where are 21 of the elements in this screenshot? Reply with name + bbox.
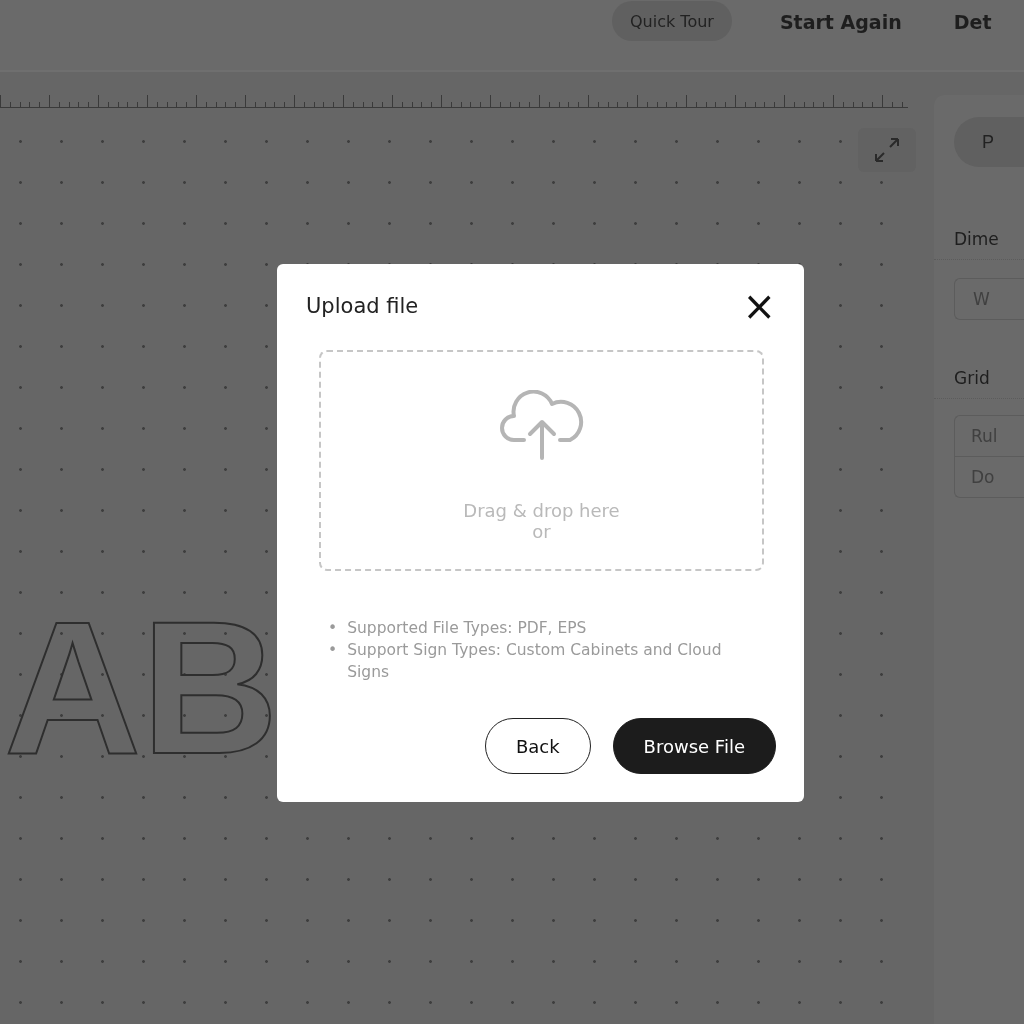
drop-zone[interactable]: Drag & drop here or: [319, 350, 764, 571]
outline-letters: AB: [4, 581, 279, 793]
section-label: Grid: [934, 368, 1024, 399]
drop-or: or: [532, 521, 551, 542]
next-button[interactable]: Det: [953, 11, 992, 33]
close-button[interactable]: ×: [742, 290, 776, 322]
dialog-title: Upload file: [306, 294, 419, 318]
back-button[interactable]: Back: [484, 718, 591, 774]
drop-hint: Drag & drop here: [463, 500, 620, 521]
bullet: •: [328, 640, 338, 661]
quick-tour-button[interactable]: Quick Tour: [612, 1, 732, 41]
note-text: Support Sign Types: Custom Cabinets and Cloud Signs: [347, 640, 723, 683]
expand-button[interactable]: [858, 128, 916, 172]
upload-cloud-icon: [499, 390, 584, 460]
browse-button[interactable]: Browse File: [612, 718, 776, 774]
note-text: Supported File Types: PDF, EPS: [347, 618, 587, 639]
expand-icon: [873, 136, 901, 164]
panel-tab[interactable]: P: [954, 117, 1024, 167]
bullet: •: [328, 618, 338, 639]
section-label: Dime: [934, 229, 1024, 260]
start-again-button[interactable]: Start Again: [779, 11, 902, 33]
